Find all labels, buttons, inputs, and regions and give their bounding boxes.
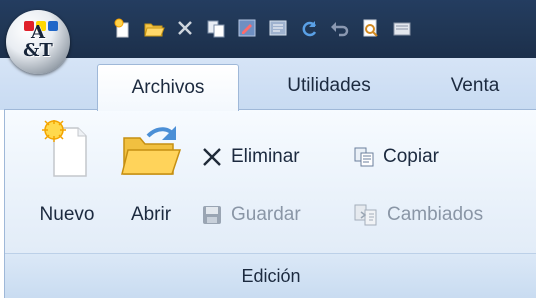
edit-icon bbox=[238, 19, 256, 37]
qat-edit-button[interactable] bbox=[234, 15, 260, 41]
tab-venta[interactable]: Venta bbox=[430, 64, 520, 108]
abrir-button[interactable]: Abrir bbox=[119, 120, 183, 230]
copiar-button[interactable]: Copiar bbox=[353, 140, 439, 174]
tab-utilidades-label: Utilidades bbox=[287, 75, 371, 96]
new-document-icon bbox=[42, 120, 87, 177]
qat-open-button[interactable] bbox=[141, 15, 167, 41]
settings-icon bbox=[393, 22, 411, 36]
qat-refresh-button[interactable] bbox=[296, 15, 322, 41]
qat-new-button[interactable] bbox=[110, 15, 136, 41]
nuevo-label: Nuevo bbox=[39, 204, 95, 225]
new-icon bbox=[114, 18, 129, 38]
copy-icon bbox=[207, 20, 225, 38]
ribbon-tabs: Archivos Utilidades Venta bbox=[0, 58, 536, 111]
tab-utilidades[interactable]: Utilidades bbox=[260, 64, 398, 108]
tab-archivos[interactable]: Archivos bbox=[97, 64, 239, 111]
undo-icon bbox=[331, 22, 349, 37]
quick-access-toolbar bbox=[110, 14, 415, 42]
group-label-text: Edición bbox=[241, 265, 301, 286]
qat-undo-button[interactable] bbox=[327, 15, 353, 41]
eliminar-label: Eliminar bbox=[231, 146, 300, 167]
eliminar-button[interactable]: Eliminar bbox=[201, 140, 300, 174]
app-logo[interactable]: A &T bbox=[6, 10, 70, 74]
tab-archivos-label: Archivos bbox=[131, 77, 205, 98]
qat-print-preview-button[interactable] bbox=[358, 15, 384, 41]
cambiados-button[interactable]: Cambiados bbox=[353, 198, 483, 232]
qat-form-button[interactable] bbox=[265, 15, 291, 41]
logo-text-t: &T bbox=[23, 40, 53, 61]
delete-icon bbox=[178, 21, 192, 35]
logo-letters: A &T bbox=[18, 20, 58, 64]
guardar-label: Guardar bbox=[231, 204, 301, 225]
title-bar bbox=[0, 0, 536, 58]
qat-settings-button[interactable] bbox=[389, 15, 415, 41]
copiar-label: Copiar bbox=[383, 146, 439, 167]
delete-icon bbox=[203, 148, 221, 166]
open-icon bbox=[144, 23, 165, 37]
open-folder-icon bbox=[121, 126, 182, 175]
save-icon bbox=[203, 206, 221, 224]
guardar-button[interactable]: Guardar bbox=[201, 198, 301, 232]
nuevo-button[interactable]: Nuevo bbox=[35, 120, 99, 230]
abrir-label: Abrir bbox=[130, 204, 172, 225]
copy-icon bbox=[354, 147, 374, 167]
print-preview-icon bbox=[363, 19, 378, 37]
tab-venta-label: Venta bbox=[450, 75, 500, 96]
qat-delete-button[interactable] bbox=[172, 15, 198, 41]
group-label-edicion: Edición bbox=[5, 253, 536, 298]
ribbon-panel-archivos: Nuevo Abrir Eliminar Copiar Guardar Camb… bbox=[4, 109, 536, 298]
cambiados-label: Cambiados bbox=[387, 204, 484, 225]
form-icon bbox=[269, 20, 287, 36]
qat-copy-button[interactable] bbox=[203, 15, 229, 41]
changed-documents-icon bbox=[354, 204, 377, 226]
refresh-icon bbox=[302, 21, 317, 37]
